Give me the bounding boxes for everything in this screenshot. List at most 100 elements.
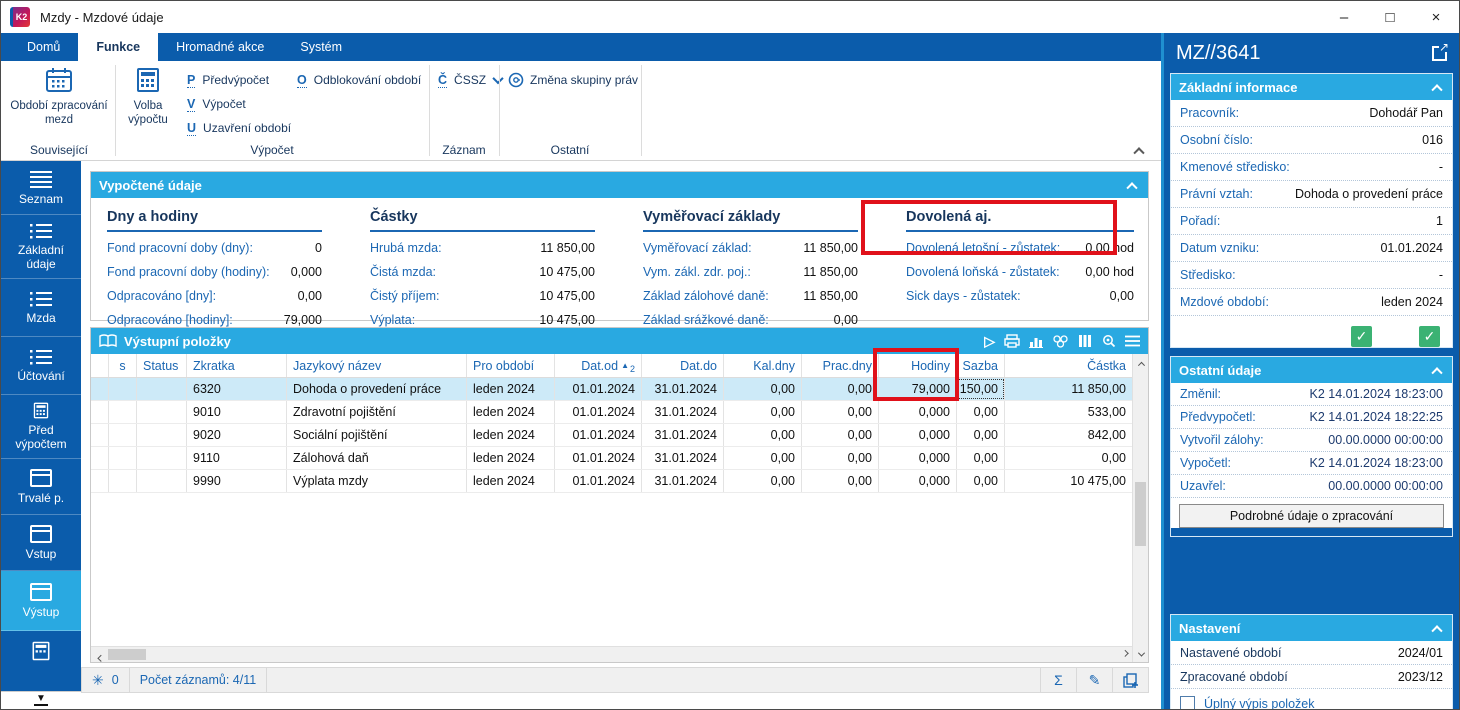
settings-search-icon[interactable] [1101, 334, 1116, 349]
tab-system[interactable]: Systém [282, 33, 360, 61]
green-check-icon[interactable]: ✓ [1351, 326, 1372, 347]
archive-box-icon [30, 469, 52, 487]
col-jazykovy-nazev[interactable]: Jazykový název [287, 354, 467, 377]
detail-row: Vypočetl:K2 14.01.2024 18:23:00 [1171, 452, 1452, 475]
vertical-scrollbar[interactable] [1132, 354, 1148, 662]
edit-pencil-icon[interactable]: ✎ [1076, 668, 1112, 692]
collapse-chevron-icon[interactable] [1431, 367, 1442, 378]
group-label-ostatni: Ostatní [501, 143, 639, 157]
col-castka[interactable]: Částka [1005, 354, 1132, 377]
app-window: K2 Mzdy - Mzdové údaje – □ × Domů Funkce… [0, 0, 1460, 710]
data-row: Sick days - zůstatek:0,00 [906, 284, 1134, 308]
vypocet-key-icon: V [187, 97, 195, 112]
col-status[interactable]: Status [137, 354, 187, 377]
tab-funkce[interactable]: Funkce [78, 33, 158, 61]
copy-add-icon[interactable] [1112, 668, 1148, 692]
process-gears-icon[interactable] [1052, 334, 1069, 348]
sum-icon[interactable]: Σ [1040, 668, 1076, 692]
obdobi-zpracovani-button[interactable]: Období zpracování mezd [9, 67, 109, 127]
scroll-left-arrow[interactable] [91, 647, 107, 663]
columns-icon[interactable] [1078, 334, 1092, 348]
scroll-right-arrow[interactable] [1116, 647, 1132, 663]
col-marker[interactable] [91, 354, 109, 377]
sidebar-item-label: Základní údaje [3, 243, 79, 271]
table-row[interactable]: 9990 Výplata mzdy leden 2024 01.01.2024 … [91, 470, 1132, 493]
output-items-table: s Status Zkratka Jazykový název Pro obdo… [91, 354, 1132, 646]
odblokovani-key-icon: O [297, 73, 307, 88]
sidebar-item-seznam[interactable]: Seznam [1, 161, 81, 215]
open-external-icon[interactable]: ↗ [1432, 46, 1447, 61]
sidebar-item-partial[interactable] [1, 631, 81, 675]
print-icon[interactable] [1004, 334, 1020, 348]
status-bar: ✳ 0 Počet záznamů: 4/11 Σ ✎ [81, 667, 1149, 693]
sort-ascending-icon: ▲ [621, 361, 629, 370]
col-s[interactable]: s [109, 354, 137, 377]
tab-hromadne-akce[interactable]: Hromadné akce [158, 33, 282, 61]
asterisk-icon: ✳ [92, 672, 104, 689]
col-dat-od[interactable]: Dat.od▲2 [555, 354, 642, 377]
detail-row: Vytvořil zálohy:00.00.0000 00:00:00 [1171, 429, 1452, 452]
horizontal-scroll-thumb[interactable] [108, 649, 146, 660]
panel-menu-icon[interactable] [1125, 335, 1140, 347]
detail-row: Nastavené období2024/01 [1171, 641, 1452, 665]
sidebar-item-pred-vypoctem[interactable]: Před výpočtem [1, 395, 81, 459]
data-row: Základ zálohové daně:11 850,00 [643, 284, 858, 308]
odblokovani-obdobi-item[interactable]: O Odblokování období [297, 71, 421, 89]
collapse-chevron-icon[interactable] [1431, 625, 1442, 636]
detail-row: Středisko:- [1171, 262, 1452, 289]
sidebar-item-mzda[interactable]: Mzda [1, 279, 81, 337]
scroll-up-arrow[interactable] [1133, 354, 1149, 370]
green-check-icon[interactable]: ✓ [1419, 326, 1440, 347]
predvypocet-item[interactable]: P Předvýpočet [187, 71, 269, 89]
collapse-chevron-icon[interactable] [1126, 182, 1137, 193]
uzavreni-label: Uzavření období [203, 121, 291, 135]
detail-panel: MZ//3641 ↗ Základní informace Pracovník:… [1161, 33, 1459, 709]
col-zkratka[interactable]: Zkratka [187, 354, 287, 377]
horizontal-scrollbar[interactable] [91, 646, 1132, 662]
list-icon [29, 291, 53, 307]
col-dat-do[interactable]: Dat.do [642, 354, 724, 377]
maximize-button[interactable]: □ [1367, 1, 1413, 33]
group-label-souvisejici: Související [9, 143, 109, 157]
collapse-chevron-icon[interactable] [1431, 84, 1442, 95]
tab-domu[interactable]: Domů [9, 33, 78, 61]
checkbox-unchecked[interactable] [1180, 696, 1195, 710]
focused-cell[interactable]: 150,00 [957, 378, 1005, 400]
full-listing-option[interactable]: Úplný výpis položek [1171, 689, 1452, 710]
table-row[interactable]: 9010 Zdravotní pojištění leden 2024 01.0… [91, 401, 1132, 424]
sidebar-item-vystup[interactable]: Výstup [1, 571, 81, 631]
col-pro-obdobi[interactable]: Pro období [467, 354, 555, 377]
col-kal-dny[interactable]: Kal.dny [724, 354, 802, 377]
processing-details-button[interactable]: Podrobné údaje o zpracování [1179, 504, 1444, 528]
table-row[interactable]: 9110 Zálohová daň leden 2024 01.01.2024 … [91, 447, 1132, 470]
sidebar-item-uctovani[interactable]: Účtování [1, 337, 81, 395]
uzavreni-obdobi-item[interactable]: U Uzavření období [187, 119, 291, 137]
calculator-icon [31, 402, 51, 419]
detail-row: Uzavřel:00.00.0000 00:00:00 [1171, 475, 1452, 498]
chart-icon[interactable] [1029, 334, 1043, 348]
scroll-down-arrow[interactable] [1133, 646, 1149, 662]
volba-vypoctu-button[interactable]: Volba výpočtu [117, 67, 179, 127]
minimize-button[interactable]: – [1321, 1, 1367, 33]
close-button[interactable]: × [1413, 1, 1459, 33]
vertical-scroll-thumb[interactable] [1135, 482, 1146, 546]
col-prac-dny[interactable]: Prac.dny [802, 354, 879, 377]
col-hodiny[interactable]: Hodiny [879, 354, 957, 377]
cssz-item[interactable]: Č ČSSZ [438, 71, 502, 89]
sidebar-item-vstup[interactable]: Vstup [1, 515, 81, 571]
table-row[interactable]: 6320 Dohoda o provedení práce leden 2024… [91, 378, 1132, 401]
computed-panel-title: Vypočtené údaje [99, 178, 202, 193]
table-header-row: s Status Zkratka Jazykový název Pro obdo… [91, 354, 1132, 378]
ribbon-group-labels: Související Výpočet Záznam Ostatní [1, 140, 1161, 160]
run-icon[interactable]: ▷ [984, 333, 995, 350]
detail-row: Změnil:K2 14.01.2024 18:23:00 [1171, 383, 1452, 406]
zmena-skupiny-prav-item[interactable]: Změna skupiny práv [508, 71, 638, 89]
sidebar-item-zakladni-udaje[interactable]: Základní údaje [1, 215, 81, 279]
calculator-icon [31, 641, 51, 661]
section-vymerovaci-zaklady: Vyměřovací základy Vyměřovací základ:11 … [643, 206, 858, 332]
vypocet-item[interactable]: V Výpočet [187, 95, 246, 113]
table-row[interactable]: 9020 Sociální pojištění leden 2024 01.01… [91, 424, 1132, 447]
col-sazba[interactable]: Sazba [957, 354, 1005, 377]
sidebar-expander[interactable]: ▼ [1, 691, 81, 709]
sidebar-item-trvale-p[interactable]: Trvalé p. [1, 459, 81, 515]
